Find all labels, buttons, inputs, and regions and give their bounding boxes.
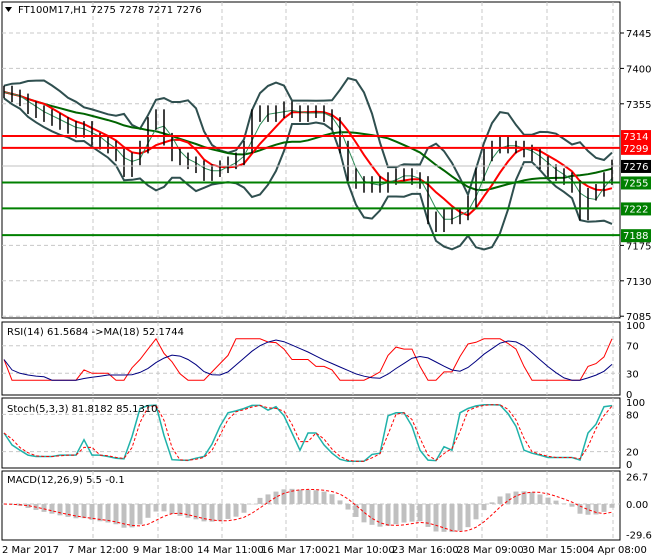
x-tick-label: 30 Mar 15:00 xyxy=(522,545,589,556)
y-tick-label: 7130 xyxy=(626,277,651,288)
chart-canvas[interactable]: 2 Mar 2017 7 Mar 12:00 9 Mar 18:00 14 Mar 1… xyxy=(0,0,660,560)
y-tick-label: 7400 xyxy=(626,64,651,75)
rsi-line xyxy=(3,337,613,381)
indicator-title: RSI(14) 61.5684 ->MA(18) 52.1744 xyxy=(7,327,184,338)
panel-frame-0 xyxy=(1,1,621,319)
y-tick-label: 20 xyxy=(626,448,639,459)
y-tick-label: 26.7 xyxy=(626,472,648,483)
level-label: 7299 xyxy=(623,144,648,155)
indicator-title: MACD(12,26,9) 5.5 -0.1 xyxy=(7,475,125,486)
x-tick-label: 4 Apr 08:00 xyxy=(588,545,647,556)
level-label: 7255 xyxy=(623,178,648,189)
y-tick-label: 100 xyxy=(626,321,645,332)
x-tick-label: 16 Mar 17:00 xyxy=(261,545,328,556)
y-tick-label: 7355 xyxy=(626,100,651,111)
level-label: 7222 xyxy=(623,204,648,215)
x-tick-label: 14 Mar 11:00 xyxy=(197,545,264,556)
y-tick-label: 7175 xyxy=(626,241,651,252)
x-tick-label: 7 Mar 12:00 xyxy=(68,545,128,556)
x-tick-label: 28 Mar 09:00 xyxy=(457,545,524,556)
chart-title: FT100M17,H1 7275 7278 7271 7276 xyxy=(18,5,202,16)
y-tick-label: 0 xyxy=(626,460,632,471)
chart-window[interactable]: 2 Mar 2017 7 Mar 12:00 9 Mar 18:00 14 Mar 1… xyxy=(0,0,660,560)
dropdown-arrow-icon xyxy=(5,7,12,12)
x-tick-label: 2 Mar 2017 xyxy=(2,545,59,556)
x-tick-label: 21 Mar 10:00 xyxy=(328,545,395,556)
y-tick-label: 80 xyxy=(626,410,639,421)
y-tick-label: -29.6 xyxy=(626,530,652,541)
y-tick-label: 0.00 xyxy=(626,500,648,511)
level-label: 7314 xyxy=(623,132,648,143)
y-tick-label: 70 xyxy=(626,342,639,353)
y-tick-label: 100 xyxy=(626,398,645,409)
y-tick-label: 7445 xyxy=(626,29,651,40)
x-tick-label: 9 Mar 18:00 xyxy=(133,545,193,556)
y-tick-label: 30 xyxy=(626,369,639,380)
x-tick-label: 23 Mar 16:00 xyxy=(392,545,459,556)
current-price-label: 7276 xyxy=(623,162,648,173)
indicator-title: Stoch(5,3,3) 81.8182 85.1310 xyxy=(7,404,158,415)
level-label: 7188 xyxy=(623,231,648,242)
